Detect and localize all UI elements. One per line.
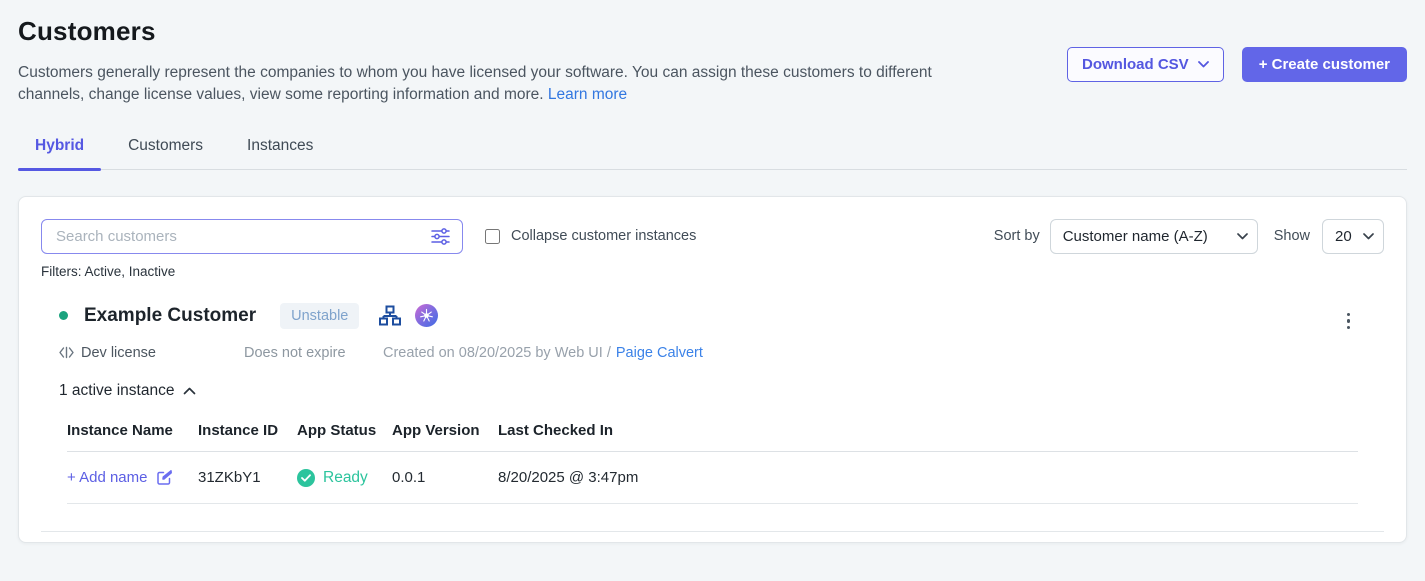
code-icon: [59, 346, 74, 359]
add-name-label: + Add name: [67, 469, 147, 486]
kubernetes-icon: [415, 304, 438, 327]
add-name-link[interactable]: + Add name: [67, 469, 173, 486]
instances-table: Instance Name Instance ID App Status App…: [67, 416, 1358, 504]
instance-table-row: + Add name 31ZKbY1: [67, 451, 1358, 503]
app-status-label: Ready: [323, 469, 368, 487]
customer-menu-button[interactable]: [1343, 309, 1355, 334]
tab-customers[interactable]: Customers: [111, 137, 220, 169]
created-by-text: Created on 08/20/2025 by Web UI /: [383, 345, 611, 361]
instance-summary-toggle[interactable]: 1 active instance: [59, 382, 196, 400]
instance-id-cell: 31ZKbY1: [198, 451, 297, 503]
sitemap-icon: [378, 304, 402, 328]
page-description: Customers generally represent the compan…: [18, 62, 983, 107]
sort-select[interactable]: Customer name (A-Z): [1051, 220, 1257, 253]
sort-select-wrap: Customer name (A-Z): [1050, 219, 1258, 254]
check-circle-icon: [297, 469, 315, 487]
page-description-text: Customers generally represent the compan…: [18, 64, 932, 103]
tab-instances[interactable]: Instances: [230, 137, 330, 169]
app-status-cell: Ready: [297, 469, 368, 487]
search-box: [41, 219, 463, 254]
create-customer-button[interactable]: + Create customer: [1242, 47, 1407, 82]
header-actions: Download CSV + Create customer: [1067, 47, 1407, 82]
instances-table-header-row: Instance Name Instance ID App Status App…: [67, 416, 1358, 452]
view-tabs: Hybrid Customers Instances: [18, 137, 1407, 170]
customers-card: Collapse customer instances Sort by Cust…: [18, 196, 1407, 543]
license-row: Dev license Does not expire Created on 0…: [59, 345, 1384, 361]
search-input[interactable]: [56, 228, 431, 245]
active-status-dot: [59, 311, 68, 320]
created-by-link[interactable]: Paige Calvert: [616, 345, 703, 361]
col-header-last-checked-in: Last Checked In: [498, 416, 1358, 452]
sort-controls: Sort by Customer name (A-Z) Show 20: [994, 219, 1384, 254]
customer-name-row: Example Customer Unstable: [59, 303, 1384, 329]
page-header: Customers Download CSV + Create customer…: [18, 16, 1407, 107]
collapse-instances-checkbox[interactable]: [485, 229, 500, 244]
channel-badge: Unstable: [280, 303, 359, 329]
chevron-up-icon: [183, 387, 196, 395]
col-header-instance-id: Instance ID: [198, 416, 297, 452]
app-version-cell: 0.0.1: [392, 451, 498, 503]
col-header-app-status: App Status: [297, 416, 392, 452]
chevron-down-icon: [1198, 61, 1209, 68]
page-title: Customers: [18, 16, 1407, 47]
filter-sliders-icon[interactable]: [431, 228, 450, 245]
download-csv-button[interactable]: Download CSV: [1067, 47, 1224, 82]
learn-more-link[interactable]: Learn more: [548, 86, 627, 103]
collapse-instances-label: Collapse customer instances: [511, 228, 696, 244]
show-select[interactable]: 20: [1323, 220, 1383, 253]
customers-page: Customers Download CSV + Create customer…: [0, 0, 1425, 543]
sort-by-label: Sort by: [994, 228, 1040, 244]
customer-type-icons: [378, 304, 438, 328]
license-type-label: Dev license: [81, 345, 156, 361]
license-expiry: Does not expire: [244, 345, 383, 361]
tab-hybrid[interactable]: Hybrid: [18, 137, 101, 169]
customer-row: Example Customer Unstable: [41, 303, 1384, 532]
customer-name[interactable]: Example Customer: [84, 305, 256, 327]
collapse-instances-control: Collapse customer instances: [485, 228, 696, 244]
active-filters-text: Filters: Active, Inactive: [41, 264, 1384, 279]
show-select-wrap: 20: [1322, 219, 1384, 254]
download-csv-label: Download CSV: [1082, 56, 1189, 73]
show-label: Show: [1274, 228, 1310, 244]
edit-icon[interactable]: [156, 469, 173, 486]
col-header-instance-name: Instance Name: [67, 416, 198, 452]
col-header-app-version: App Version: [392, 416, 498, 452]
instance-summary-label: 1 active instance: [59, 382, 174, 400]
license-type: Dev license: [59, 345, 244, 361]
card-toolbar: Collapse customer instances Sort by Cust…: [41, 219, 1384, 254]
last-checked-in-cell: 8/20/2025 @ 3:47pm: [498, 451, 1358, 503]
